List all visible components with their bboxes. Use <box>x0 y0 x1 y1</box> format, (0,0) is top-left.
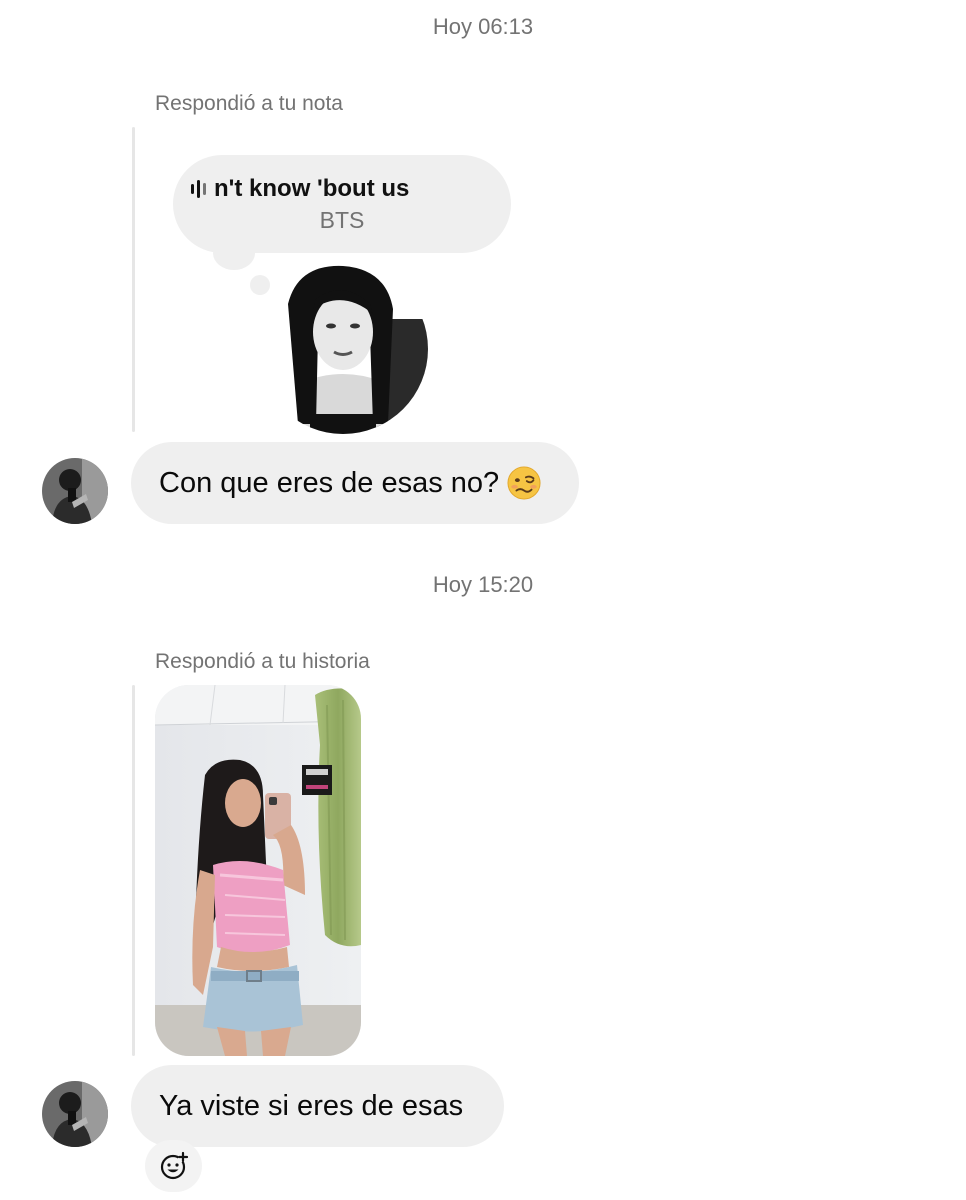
timestamp-2: Hoy 15:20 <box>432 572 534 597</box>
sender-avatar-2[interactable] <box>42 1081 108 1147</box>
note-song-title: n't know 'bout us <box>214 175 410 202</box>
add-reaction-button[interactable] <box>145 1140 202 1192</box>
message-bubble-1[interactable]: Con que eres de esas no? <box>131 442 579 524</box>
reply-quote-line-1 <box>132 127 135 432</box>
sender-avatar-photo <box>42 458 108 524</box>
note-author-avatar[interactable] <box>258 264 428 434</box>
sender-avatar-photo-2 <box>42 1081 108 1147</box>
woozy-face-emoji <box>507 466 541 500</box>
note-author-photo <box>258 264 428 434</box>
message-text-1: Con que eres de esas no? <box>159 466 500 499</box>
reply-quote-line-2 <box>132 685 135 1056</box>
sender-avatar[interactable] <box>42 458 108 524</box>
note-artist: BTS <box>319 207 365 233</box>
message-bubble-2[interactable]: Ya viste si eres de esas <box>131 1065 504 1147</box>
thought-bubble-dot-large <box>213 236 255 270</box>
thought-bubble-dot-small <box>250 275 270 295</box>
timestamp-1: Hoy 06:13 <box>432 14 534 39</box>
message-text-2: Ya viste si eres de esas <box>159 1089 464 1122</box>
reply-label-story: Respondió a tu historia <box>155 650 370 673</box>
note-song-row: n't know 'bout us <box>191 175 409 203</box>
story-photo <box>155 685 361 1056</box>
reply-label-note: Respondió a tu nota <box>155 92 343 115</box>
add-reaction-icon <box>160 1151 188 1180</box>
equalizer-icon <box>191 178 206 200</box>
story-thumbnail[interactable] <box>155 685 361 1056</box>
